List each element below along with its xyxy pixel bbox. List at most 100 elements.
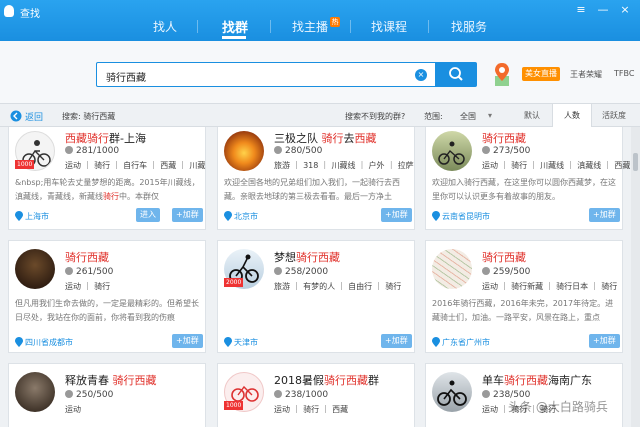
nav-divider (197, 20, 198, 33)
search-icon (449, 67, 463, 81)
group-location: 上海市 (25, 212, 49, 221)
location-icon (15, 211, 23, 221)
group-tags: 运动 ｜ 骑行新藏 ｜ 骑行日本 ｜ 骑行 (482, 282, 618, 291)
hot-tag-honor-of-kings[interactable]: 王者荣耀 (570, 69, 602, 80)
group-name: 骑行西藏 (482, 132, 526, 145)
tab-find-course[interactable]: 找课程 (371, 18, 407, 35)
group-tags: 运动 ｜ 骑行 ｜ 西藏 (274, 405, 349, 414)
title-bar: 查找 ≡ — × 找人 找群 找主播 热 找课程 找服务 (0, 0, 640, 41)
join-group-button[interactable]: +加群 (381, 334, 412, 348)
group-avatar (15, 249, 55, 289)
close-icon[interactable]: × (618, 3, 632, 17)
member-count: 273/500 (482, 146, 530, 156)
person-icon (482, 267, 490, 275)
search-input[interactable]: 骑行西藏 × (96, 62, 436, 87)
sort-members-tab[interactable]: 人数 (552, 104, 592, 127)
search-area: 骑行西藏 × 美女直播 王者荣耀 TFBC (0, 41, 640, 103)
group-location: 广东省广州市 (442, 338, 490, 347)
active-tab-indicator (222, 36, 246, 39)
range-select[interactable]: 全国 (460, 111, 476, 122)
sort-activity-tab[interactable]: 活跃度 (594, 104, 634, 127)
not-found-link[interactable]: 搜索不到我的群? (345, 111, 405, 122)
join-group-button[interactable]: +加群 (381, 208, 412, 222)
tab-find-streamer[interactable]: 找主播 (292, 18, 328, 35)
nav-divider (428, 20, 429, 33)
app-logo-icon (4, 5, 14, 17)
group-card[interactable]: 骑行西藏 259/500 运动 ｜ 骑行新藏 ｜ 骑行日本 ｜ 骑行 2016年… (425, 240, 623, 353)
group-name: 释放青春 骑行西藏 (65, 374, 157, 387)
group-location: 四川省成都市 (25, 338, 73, 347)
person-icon (274, 390, 282, 398)
join-group-button[interactable]: +加群 (589, 334, 620, 348)
sort-default-tab[interactable]: 默认 (512, 104, 552, 127)
back-arrow-icon[interactable] (10, 110, 22, 122)
member-count: 259/500 (482, 267, 530, 277)
member-count: 280/500 (274, 146, 322, 156)
group-card[interactable]: 1000 西藏骑行群-上海 281/1000 运动 ｜ 骑行 ｜ 自行车 ｜ 西… (8, 127, 206, 230)
member-limit-badge: 1000 (224, 401, 244, 410)
join-group-button[interactable]: +加群 (172, 208, 203, 222)
location-icon (432, 337, 440, 347)
group-location: 北京市 (234, 212, 258, 221)
group-tags: 运动 ｜ 骑行 ｜ 自行车 ｜ 西藏 ｜ 川藏 (65, 161, 206, 170)
member-count: 238/1000 (274, 390, 328, 400)
tab-find-group[interactable]: 找群 (222, 17, 248, 36)
group-tags: 运动 ｜ 骑行 (65, 282, 111, 291)
nav-divider (350, 20, 351, 33)
results-scrollbar[interactable] (631, 127, 640, 427)
menu-icon[interactable]: ≡ (574, 3, 588, 17)
member-count: 258/2000 (274, 267, 328, 277)
group-card[interactable]: 骑行西藏 261/500 运动 ｜ 骑行 但凡用我们生命去做的，一定是最精彩的。… (8, 240, 206, 353)
search-summary: 搜索: 骑行西藏 (62, 112, 116, 121)
hot-tag-beauty-live[interactable]: 美女直播 (522, 67, 560, 81)
group-location: 天津市 (234, 338, 258, 347)
group-card[interactable]: 三极之队 骑行去西藏 280/500 旅游 ｜ 318 ｜ 川藏线 ｜ 户外 ｜… (217, 127, 415, 230)
scrollbar-thumb[interactable] (633, 153, 638, 171)
group-card[interactable]: 单车骑行西藏海南广东 238/500 运动 ｜ 骑行 ｜ 骑行 (425, 363, 623, 427)
group-description: &nbsp;用车轮去丈量梦想的距离。2015年川藏线，滇藏线，青藏线，新藏线骑行… (15, 178, 200, 201)
group-card[interactable]: 1000 2018暑假骑行西藏群 238/1000 运动 ｜ 骑行 ｜ 西藏 (217, 363, 415, 427)
location-icon (224, 337, 232, 347)
person-icon (482, 390, 490, 398)
group-name: 2018暑假骑行西藏群 (274, 374, 379, 387)
group-avatar (15, 372, 55, 412)
group-description: 但凡用我们生命去做的，一定是最精彩的。但希望长日尽处，我站在你的面前，你将看到我… (15, 299, 199, 322)
location-icon (224, 211, 232, 221)
group-description: 欢迎全国各地的兄弟组们加入我们，一起骑行去西藏。亲眼去地球的第三极去看看。最后一… (224, 178, 400, 201)
person-icon (274, 146, 282, 154)
group-tags: 运动 ｜ 骑行 ｜ 川藏线 ｜ 滇藏线 ｜ 西藏 (482, 161, 630, 170)
window-title: 查找 (20, 9, 40, 20)
group-name: 骑行西藏 (65, 251, 109, 264)
join-group-button[interactable]: +加群 (172, 334, 203, 348)
location-icon (432, 211, 440, 221)
group-name: 单车骑行西藏海南广东 (482, 374, 592, 387)
minimize-icon[interactable]: — (596, 3, 610, 17)
back-link[interactable]: 返回 (25, 110, 43, 123)
watermark: 头条 @大白路骑兵 (508, 400, 608, 414)
chevron-down-icon[interactable]: ▾ (488, 111, 492, 120)
tab-find-people[interactable]: 找人 (153, 18, 177, 35)
group-name: 三极之队 骑行去西藏 (274, 132, 377, 145)
hot-tag-tfbc[interactable]: TFBC (614, 69, 634, 78)
range-label: 范围: (424, 112, 443, 121)
person-icon (65, 390, 73, 398)
group-tags: 旅游 ｜ 有梦的人 ｜ 自由行 ｜ 骑行 (274, 282, 402, 291)
group-name: 骑行西藏 (482, 251, 526, 264)
clear-search-icon[interactable]: × (415, 69, 427, 81)
search-button[interactable] (436, 62, 477, 87)
member-limit-badge: 2000 (224, 278, 244, 287)
location-icon (15, 337, 23, 347)
location-pin-icon[interactable] (493, 62, 511, 88)
group-card[interactable]: 骑行西藏 273/500 运动 ｜ 骑行 ｜ 川藏线 ｜ 滇藏线 ｜ 西藏 欢迎… (425, 127, 630, 230)
group-description: 欢迎加入骑行西藏，在这里你可以圆你西藏梦，在这里你可以认识更多有着故事的朋友。 (432, 178, 616, 201)
group-card[interactable]: 释放青春 骑行西藏 250/500 运动 (8, 363, 206, 427)
person-icon (65, 146, 73, 154)
group-tags: 运动 (65, 405, 81, 414)
group-tags: 旅游 ｜ 318 ｜ 川藏线 ｜ 户外 ｜ 拉萨 (274, 161, 414, 170)
tab-find-service[interactable]: 找服务 (451, 18, 487, 35)
person-icon (482, 146, 490, 154)
join-group-button[interactable]: +加群 (589, 208, 620, 222)
enter-group-button[interactable]: 进入 (136, 208, 160, 222)
group-avatar (224, 131, 264, 171)
group-card[interactable]: 2000 梦想骑行西藏 258/2000 旅游 ｜ 有梦的人 ｜ 自由行 ｜ 骑… (217, 240, 415, 353)
